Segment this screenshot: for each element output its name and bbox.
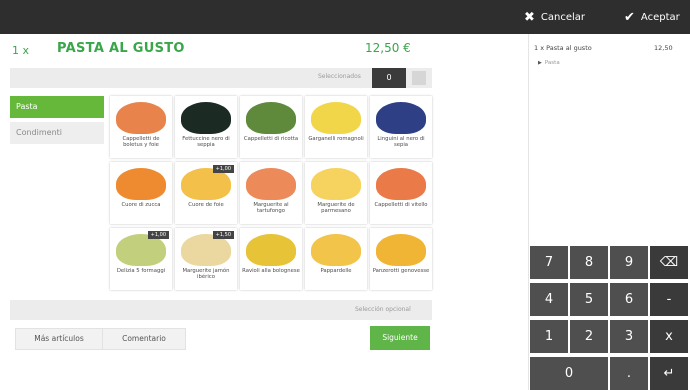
pasta-tile[interactable]: Marguerite al tartufongo: [240, 162, 302, 224]
next-button[interactable]: Siguiente: [370, 326, 430, 350]
more-items-button[interactable]: Más artículos: [15, 328, 103, 350]
pasta-image: [376, 168, 426, 200]
pasta-image: [311, 168, 361, 200]
key-7[interactable]: 7: [530, 246, 568, 279]
order-line-price: 12,50: [654, 44, 673, 52]
pasta-tile[interactable]: Panzerotti genovesse: [370, 228, 432, 290]
pasta-tile[interactable]: Marguerite de parmesano: [305, 162, 367, 224]
pasta-tile[interactable]: Linguini al nero di sepia: [370, 96, 432, 158]
pasta-image: [311, 234, 361, 266]
order-line-modifier-label: Pasta: [544, 60, 560, 66]
category-pasta[interactable]: Pasta: [10, 96, 104, 118]
accept-label: Aceptar: [640, 11, 680, 23]
pasta-tile[interactable]: Cappelletti di ricotta: [240, 96, 302, 158]
pasta-tile[interactable]: Cuore de foie +1,00: [175, 162, 237, 224]
order-line-label: 1 x Pasta al gusto: [534, 44, 592, 52]
top-bar: [0, 0, 690, 34]
pasta-label: Marguerite al tartufongo: [253, 202, 289, 214]
key-enter[interactable]: ↵: [650, 357, 688, 390]
key-8[interactable]: 8: [570, 246, 608, 279]
pasta-label: Cuore di zucca: [121, 202, 161, 208]
pasta-image: [181, 102, 231, 134]
selection-label: Seleccionados: [318, 73, 361, 80]
pasta-tile[interactable]: Ravioli alla bolognese: [240, 228, 302, 290]
check-icon: ✔: [624, 9, 635, 25]
key-9[interactable]: 9: [610, 246, 648, 279]
selection-bar: [10, 68, 432, 88]
category-condimenti[interactable]: Condimenti: [10, 122, 104, 144]
pasta-image: [246, 234, 296, 266]
pasta-label: Panzerotti genovesse: [372, 268, 430, 274]
product-price: 12,50 €: [365, 41, 411, 55]
pasta-tile[interactable]: Pappardelle: [305, 228, 367, 290]
pasta-tile[interactable]: Cuore di zucca: [110, 162, 172, 224]
pasta-tile[interactable]: Fettuccine nero di seppia: [175, 96, 237, 158]
optional-selection-label: Selección opcional: [355, 306, 411, 313]
price-surcharge-badge: +1,00: [147, 231, 169, 239]
product-title: PASTA AL GUSTO: [57, 41, 185, 56]
pasta-label: Marguerite jamón ibérico: [182, 268, 230, 280]
pasta-image: [376, 234, 426, 266]
pasta-image: [311, 102, 361, 134]
price-surcharge-badge: +1,50: [212, 231, 234, 239]
cancel-label: Cancelar: [540, 11, 586, 23]
selection-toggle[interactable]: [412, 71, 426, 85]
price-surcharge-badge: +1,00: [212, 165, 234, 173]
pasta-tile[interactable]: Marguerite jamón ibérico +1,50: [175, 228, 237, 290]
numpad: 7 8 9 ⌫ 4 5 6- 1 2 3 x 0. ↵: [530, 246, 690, 390]
close-icon: ✖: [524, 9, 535, 25]
expand-icon[interactable]: ▶: [538, 60, 542, 66]
pasta-image: [116, 102, 166, 134]
pasta-label: Cappelletti de boletus y foie: [122, 136, 160, 148]
pasta-label: Marguerite de parmesano: [317, 202, 355, 214]
pasta-label: Delizia 5 formaggi: [116, 268, 166, 274]
pasta-image: [246, 168, 296, 200]
pasta-label: Linguini al nero di sepia: [377, 136, 425, 148]
pasta-label: Pappardelle: [320, 268, 352, 274]
pasta-label: Garganelli romagnoli: [308, 136, 364, 142]
order-line-modifier: ▶ Pasta: [538, 60, 560, 66]
selection-count: 0: [372, 68, 406, 88]
key-decimal[interactable]: .: [610, 357, 648, 390]
pasta-tile[interactable]: Garganelli romagnoli: [305, 96, 367, 158]
comment-button[interactable]: Comentario: [102, 328, 186, 350]
key-1[interactable]: 1: [530, 320, 568, 353]
product-quantity: 1 x: [12, 44, 30, 57]
key-backspace[interactable]: ⌫: [650, 246, 688, 279]
pasta-tile[interactable]: Cappelletti di vitello: [370, 162, 432, 224]
pasta-tile[interactable]: Cappelletti de boletus y foie: [110, 96, 172, 158]
key-5[interactable]: 5: [570, 283, 608, 316]
key-6[interactable]: 6: [610, 283, 648, 316]
pasta-label: Cuore de foie: [188, 202, 224, 208]
pasta-tile[interactable]: Delizia 5 formaggi +1,00: [110, 228, 172, 290]
key-3[interactable]: 3: [610, 320, 648, 353]
pasta-image: [246, 102, 296, 134]
pasta-image: [116, 168, 166, 200]
key-4[interactable]: 4: [530, 283, 568, 316]
cancel-button[interactable]: ✖ Cancelar: [524, 0, 585, 34]
key-multiply[interactable]: x: [650, 320, 688, 353]
pasta-label: Cappelletti di ricotta: [243, 136, 299, 142]
key-0[interactable]: 0: [530, 357, 608, 390]
pasta-image: [376, 102, 426, 134]
accept-button[interactable]: ✔ Aceptar: [624, 0, 680, 34]
pasta-label: Cappelletti di vitello: [374, 202, 428, 208]
key-2[interactable]: 2: [570, 320, 608, 353]
pasta-label: Ravioli alla bolognese: [242, 268, 300, 274]
key-minus[interactable]: -: [650, 283, 688, 316]
pasta-label: Fettuccine nero di seppia: [182, 136, 230, 148]
